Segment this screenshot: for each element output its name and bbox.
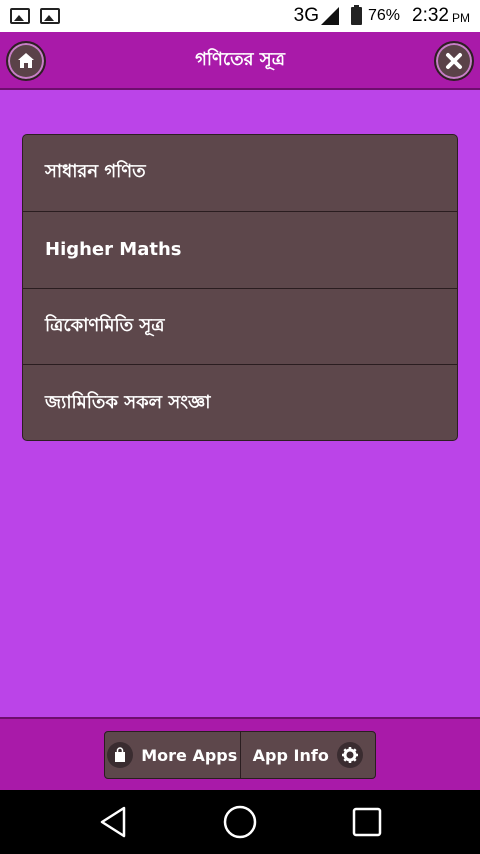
home-button[interactable] (6, 41, 46, 81)
signal-icon (320, 7, 339, 25)
app-info-button[interactable]: App Info (241, 732, 376, 778)
menu-list: সাধারন গণিত Higher Maths ত্রিকোণমিতি সূত… (22, 134, 458, 441)
home-icon (18, 53, 34, 68)
nav-home-button[interactable] (220, 802, 260, 842)
nav-back-button[interactable] (93, 802, 133, 842)
recents-icon (352, 807, 381, 837)
menu-item-general-math[interactable]: সাধারন গণিত (23, 135, 457, 212)
clock-ampm: PM (452, 11, 470, 25)
close-icon (446, 53, 462, 69)
page-title: গণিতের সূত্র (195, 48, 285, 70)
app-info-label: App Info (252, 745, 329, 765)
status-bar: 3G 76% 2:32 PM (0, 0, 480, 32)
back-icon (101, 806, 126, 838)
nav-recents-button[interactable] (347, 802, 387, 842)
more-apps-label: More Apps (141, 745, 238, 765)
menu-item-trigonometry[interactable]: ত্রিকোণমিতি সূত্র (23, 289, 457, 366)
network-type: 3G (293, 5, 319, 26)
image-notification-icon (10, 8, 30, 24)
close-button[interactable] (434, 41, 474, 81)
system-nav-bar (0, 790, 480, 854)
footer-bar: More Apps App Info (0, 717, 480, 790)
more-apps-button[interactable]: More Apps (105, 732, 241, 778)
footer-button-group: More Apps App Info (104, 731, 376, 779)
gear-icon (336, 742, 363, 768)
app-header: গণিতের সূত্র (0, 32, 480, 90)
menu-item-geometry-definitions[interactable]: জ্যামিতিক সকল সংজ্ঞা (23, 365, 457, 440)
image-notification-icon (40, 8, 60, 24)
battery-percent: 76% (367, 7, 401, 24)
home-circle-icon (223, 805, 257, 839)
shopping-bag-icon (107, 742, 134, 768)
main-content: সাধারন গণিত Higher Maths ত্রিকোণমিতি সূত… (0, 90, 480, 717)
clock-time: 2:32 (412, 5, 449, 26)
battery-charging-icon (350, 5, 362, 25)
menu-item-higher-maths[interactable]: Higher Maths (23, 212, 457, 289)
